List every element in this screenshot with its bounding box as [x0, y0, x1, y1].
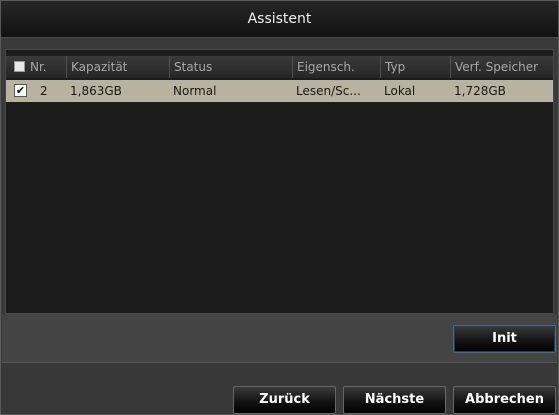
cell-typ: Lokal: [384, 84, 416, 98]
column-header-nr[interactable]: Nr.: [28, 56, 66, 78]
column-header-eigenschaft[interactable]: Eigensch.: [292, 56, 380, 78]
next-button[interactable]: Nächste: [343, 386, 446, 414]
cell-eigenschaft: Lesen/Sc...: [296, 84, 361, 98]
action-band: Init: [2, 314, 557, 362]
cell-nr: 2: [40, 84, 48, 98]
table-header: Nr. Kapazität Status Eigensch. Typ Verf.…: [6, 56, 553, 78]
init-button[interactable]: Init: [453, 325, 556, 353]
cell-status: Normal: [173, 84, 217, 98]
row-checkbox[interactable]: ✔: [14, 84, 27, 97]
cancel-button[interactable]: Abbrechen: [453, 386, 556, 414]
column-header-kapazitaet[interactable]: Kapazität: [66, 56, 169, 78]
cell-kapazitaet: 1,863GB: [70, 84, 122, 98]
column-header-speicher[interactable]: Verf. Speicher: [450, 56, 553, 78]
back-button[interactable]: Zurück: [233, 386, 336, 414]
wizard-footer: Zurück Nächste Abbrechen: [2, 363, 557, 414]
column-header-typ[interactable]: Typ: [380, 56, 450, 78]
hdd-table: Nr. Kapazität Status Eigensch. Typ Verf.…: [5, 49, 554, 314]
cell-speicher: 1,728GB: [454, 84, 506, 98]
column-header-status[interactable]: Status: [169, 56, 292, 78]
select-all-checkbox[interactable]: [14, 61, 25, 72]
window-title: Assistent: [1, 1, 558, 38]
wizard-window: Assistent Nr. Kapazität Status Eigensch.…: [0, 0, 559, 415]
table-row[interactable]: ✔ 2 1,863GB Normal Lesen/Sc... Lokal 1,7…: [6, 80, 553, 102]
